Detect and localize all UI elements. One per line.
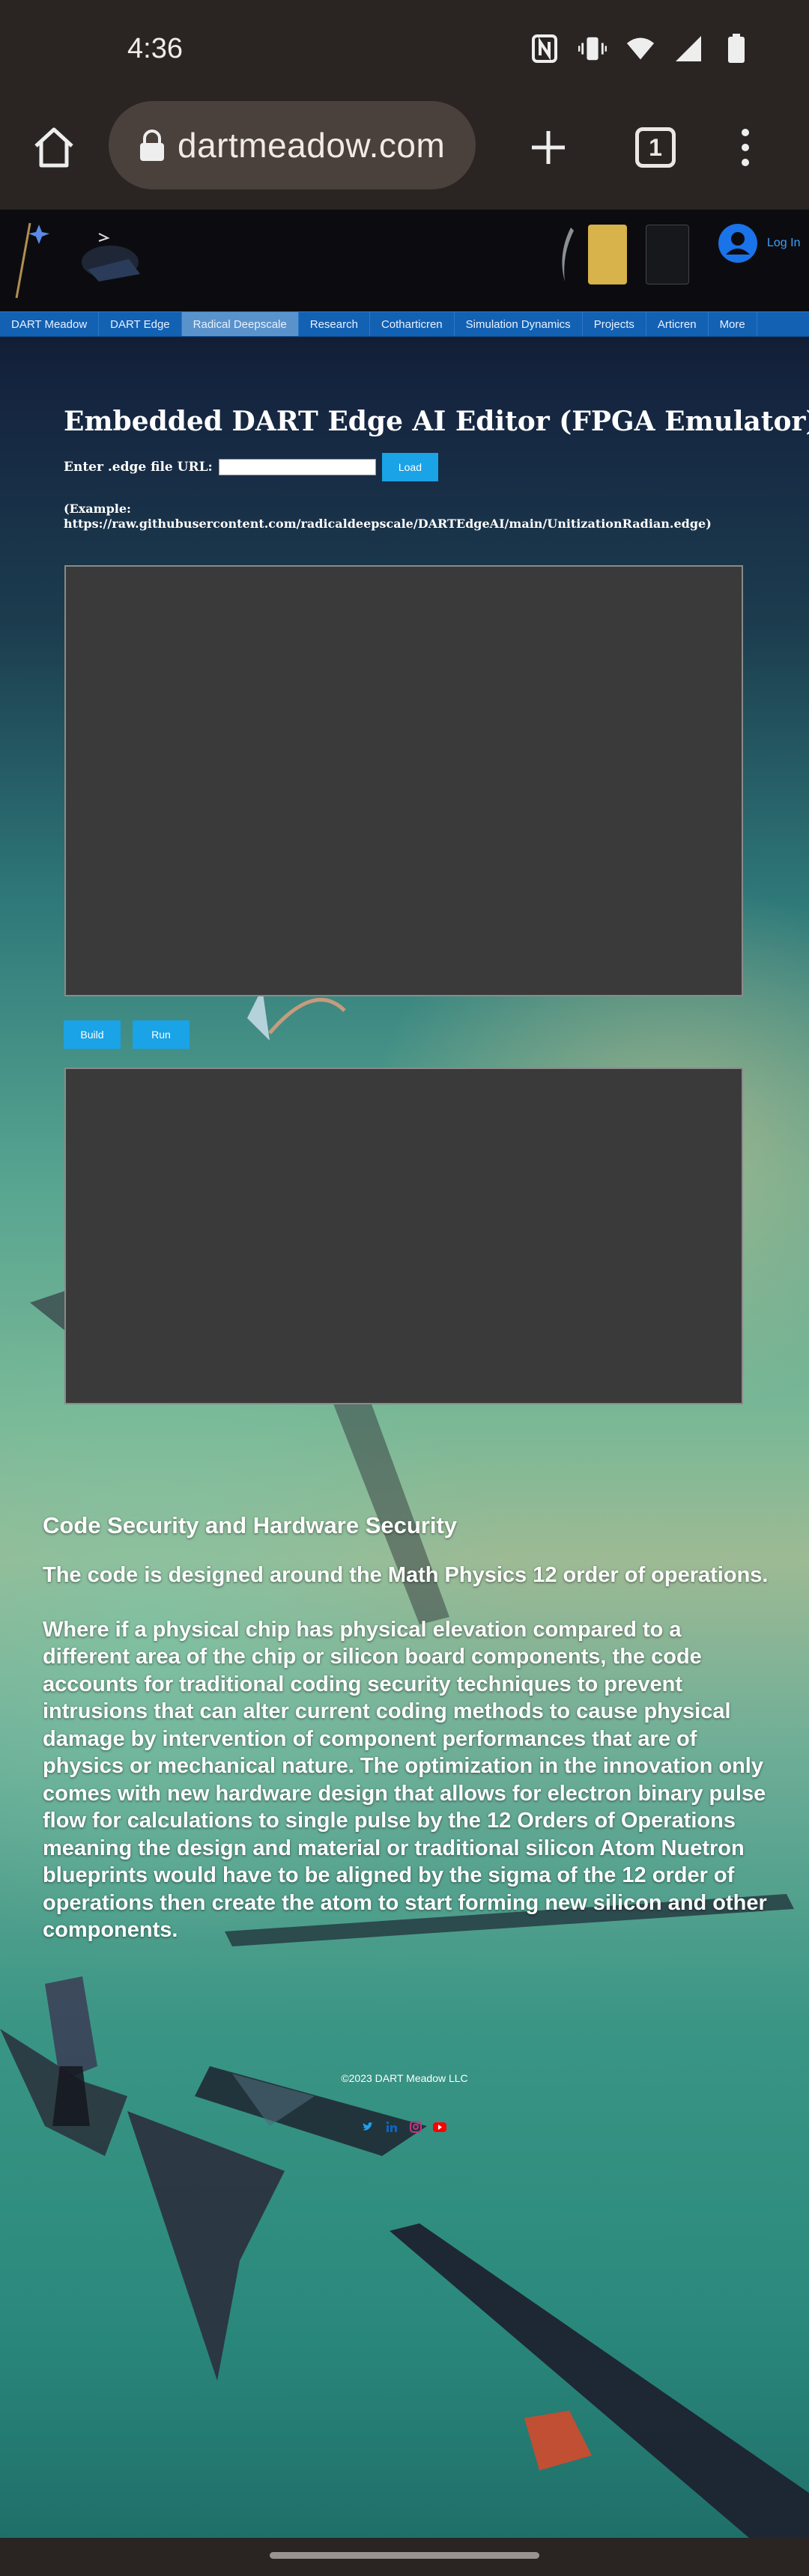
nav-item-radical-deepscale[interactable]: Radical Deepscale	[181, 312, 299, 336]
youtube-icon[interactable]	[433, 2120, 446, 2134]
status-icons	[530, 33, 751, 64]
nav-item-cotharticren[interactable]: Cotharticren	[370, 312, 455, 336]
cell-signal-icon	[674, 33, 703, 64]
copyright: ©2023 DART Meadow LLC	[341, 2072, 468, 2084]
twitter-icon[interactable]	[361, 2120, 375, 2134]
example-url-text: (Example: https://raw.githubusercontent.…	[64, 502, 738, 532]
article-heading: Code Security and Hardware Security	[43, 1512, 458, 1538]
example-url: https://raw.githubusercontent.com/radica…	[64, 517, 712, 531]
header-thumbnail[interactable]	[588, 225, 627, 284]
gesture-handle[interactable]	[270, 2552, 539, 2559]
tab-count: 1	[649, 133, 662, 161]
article-paragraph: Where if a physical chip has physical el…	[43, 1617, 767, 1943]
overflow-menu-icon[interactable]	[734, 124, 757, 171]
battery-icon	[722, 33, 751, 64]
output-panel	[64, 1068, 743, 1404]
header-thumbnail[interactable]	[554, 225, 575, 284]
page-content: Log In DART Meadow DART Edge Radical Dee…	[0, 210, 809, 2538]
browser-toolbar: dartmeadow.com 1	[0, 101, 809, 210]
nav-item-more[interactable]: More	[709, 312, 757, 336]
article-paragraph: The code is designed around the Math Phy…	[43, 1563, 769, 1587]
site-header: Log In	[0, 210, 809, 314]
code-editor[interactable]	[64, 565, 743, 996]
run-button[interactable]: Run	[133, 1020, 190, 1049]
site-nav: DART Meadow DART Edge Radical Deepscale …	[0, 311, 809, 337]
vibrate-icon	[578, 33, 607, 64]
new-tab-icon[interactable]	[524, 124, 572, 171]
nav-item-simulation-dynamics[interactable]: Simulation Dynamics	[455, 312, 583, 336]
gesture-nav-area	[0, 2538, 809, 2576]
nav-item-research[interactable]: Research	[299, 312, 370, 336]
file-url-label: Enter .edge file URL:	[64, 460, 213, 475]
site-logo[interactable]	[9, 216, 144, 304]
tab-switcher-icon[interactable]: 1	[635, 127, 676, 168]
avatar-icon[interactable]	[718, 223, 758, 264]
file-url-row: Enter .edge file URL: Load	[64, 453, 438, 481]
linkedin-icon[interactable]	[385, 2120, 399, 2134]
load-button[interactable]: Load	[381, 453, 438, 481]
nfc-icon	[530, 33, 559, 64]
status-bar: 4:36	[0, 0, 809, 101]
nav-item-projects[interactable]: Projects	[583, 312, 646, 336]
header-thumbnail[interactable]	[646, 225, 689, 284]
social-links	[361, 2120, 446, 2134]
url-bar[interactable]: dartmeadow.com	[109, 101, 476, 189]
editor-title: Embedded DART Edge AI Editor (FPGA Emula…	[64, 406, 809, 437]
nav-item-dart-edge[interactable]: DART Edge	[99, 312, 182, 336]
nav-item-articren[interactable]: Articren	[646, 312, 709, 336]
url-text: dartmeadow.com	[178, 126, 446, 165]
build-button[interactable]: Build	[64, 1020, 121, 1049]
example-label: (Example:	[64, 502, 131, 516]
file-url-input[interactable]	[218, 459, 376, 475]
article: Code Security and Hardware Security The …	[43, 1512, 769, 1971]
login[interactable]: Log In	[718, 223, 800, 264]
nav-item-dart-meadow[interactable]: DART Meadow	[0, 312, 100, 336]
lock-icon	[139, 129, 166, 162]
home-icon[interactable]	[30, 124, 78, 171]
login-link[interactable]: Log In	[767, 237, 800, 250]
wifi-icon	[626, 33, 655, 64]
status-time: 4:36	[127, 33, 183, 64]
instagram-icon[interactable]	[409, 2120, 422, 2134]
editor-actions: Build Run	[64, 1020, 190, 1049]
